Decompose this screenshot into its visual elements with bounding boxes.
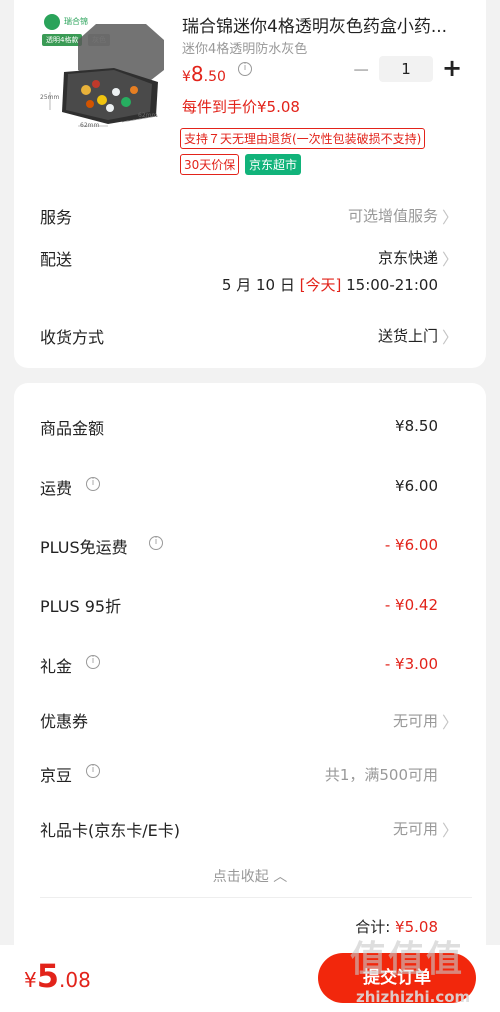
dim-depth: 62mm: [138, 112, 158, 119]
jingdou-label: 京豆: [40, 766, 73, 785]
collapse-label: 点击收起: [212, 869, 269, 885]
product-title[interactable]: 瑞合锦迷你4格透明灰色药盒小药...: [182, 12, 482, 37]
delivery-label: 配送: [40, 250, 73, 269]
delivery-date: 5 月 10 日: [221, 276, 295, 294]
payable-currency: ¥: [24, 968, 37, 992]
product-card: 瑞合锦 透明4格款 灰色 25mm 62mm 62mm 瑞合锦迷你4格透明灰色药…: [14, 0, 486, 368]
delivery-time: 5 月 10 日 [今天] 15:00-21:00: [222, 274, 438, 295]
freight-label: 运费: [40, 479, 73, 498]
receive-chevron-icon[interactable]: 〉: [442, 324, 458, 348]
jingdou-value: 共1，满500可用: [324, 766, 438, 784]
jd-supermarket-tag: 京东超市: [245, 154, 302, 175]
price-int: 8: [190, 62, 204, 86]
coupon-chevron-icon[interactable]: 〉: [442, 709, 458, 733]
price-dec: .50: [203, 69, 226, 85]
plus-discount-label: PLUS 95折: [40, 597, 122, 616]
coupon-value[interactable]: 无可用: [393, 710, 438, 731]
price-protect-tag: 30天价保: [180, 154, 240, 175]
coupon-label: 优惠券: [40, 712, 89, 731]
quantity-plus-button[interactable]: +: [442, 54, 462, 82]
freight-value: ¥6.00: [395, 477, 438, 495]
giftcard-value[interactable]: 无可用: [393, 818, 438, 839]
quantity-input[interactable]: 1: [379, 56, 433, 82]
price-summary-card: 商品金额 ¥8.50 运费 i ¥6.00 PLUS免运费 i - ¥6.00 …: [14, 383, 486, 963]
delivery-window: 15:00-21:00: [346, 276, 438, 294]
price-currency: ¥: [182, 69, 191, 85]
service-chevron-icon[interactable]: 〉: [442, 204, 458, 228]
gift-money-value: - ¥3.00: [384, 655, 438, 673]
plus-free-freight-label: PLUS免运费: [40, 538, 128, 557]
net-price-per-item: 每件到手价¥5.08: [182, 98, 300, 116]
quantity-minus-button[interactable]: −: [352, 58, 370, 83]
goods-amount-value: ¥8.50: [395, 417, 438, 435]
delivery-value[interactable]: 京东快递: [378, 247, 438, 268]
receive-label: 收货方式: [40, 328, 105, 347]
gift-money-info-icon[interactable]: i: [86, 655, 100, 669]
dim-height: 25mm: [40, 94, 60, 101]
dim-width: 62mm: [80, 122, 100, 129]
payable-amount: ¥5.08: [24, 957, 91, 995]
divider: [40, 897, 472, 898]
chevron-up-icon: ︿: [273, 869, 288, 885]
plus-free-freight-value: - ¥6.00: [384, 536, 438, 554]
giftcard-label: 礼品卡(京东卡/E卡): [40, 821, 180, 840]
gift-money-label: 礼金: [40, 657, 73, 676]
payable-dec: .08: [59, 968, 91, 992]
site-watermark-url: zhizhizhi.com: [356, 988, 471, 1006]
delivery-today: [今天]: [299, 276, 342, 294]
product-thumbnail[interactable]: 瑞合锦 透明4格款 灰色 25mm 62mm 62mm: [38, 12, 178, 132]
jingdou-info-icon[interactable]: i: [86, 764, 100, 778]
site-watermark: 值值值: [350, 939, 465, 980]
receive-value[interactable]: 送货上门: [378, 325, 438, 346]
return-policy-tag: 支持７天无理由退货(一次性包装破损不支持): [180, 128, 426, 149]
product-price: ¥8.50: [182, 62, 226, 86]
service-label: 服务: [40, 208, 73, 227]
plus-free-info-icon[interactable]: i: [149, 536, 163, 550]
plus-discount-value: - ¥0.42: [384, 596, 438, 614]
price-info-icon[interactable]: i: [238, 62, 252, 76]
delivery-chevron-icon[interactable]: 〉: [442, 246, 458, 270]
freight-info-icon[interactable]: i: [86, 477, 100, 491]
giftcard-chevron-icon[interactable]: 〉: [442, 817, 458, 841]
goods-amount-label: 商品金额: [40, 419, 105, 438]
product-spec: 迷你4格透明防水灰色: [182, 42, 308, 57]
service-value[interactable]: 可选增值服务: [348, 205, 438, 226]
payable-int: 5: [36, 957, 59, 995]
collapse-toggle[interactable]: 点击收起 ︿: [14, 866, 486, 886]
